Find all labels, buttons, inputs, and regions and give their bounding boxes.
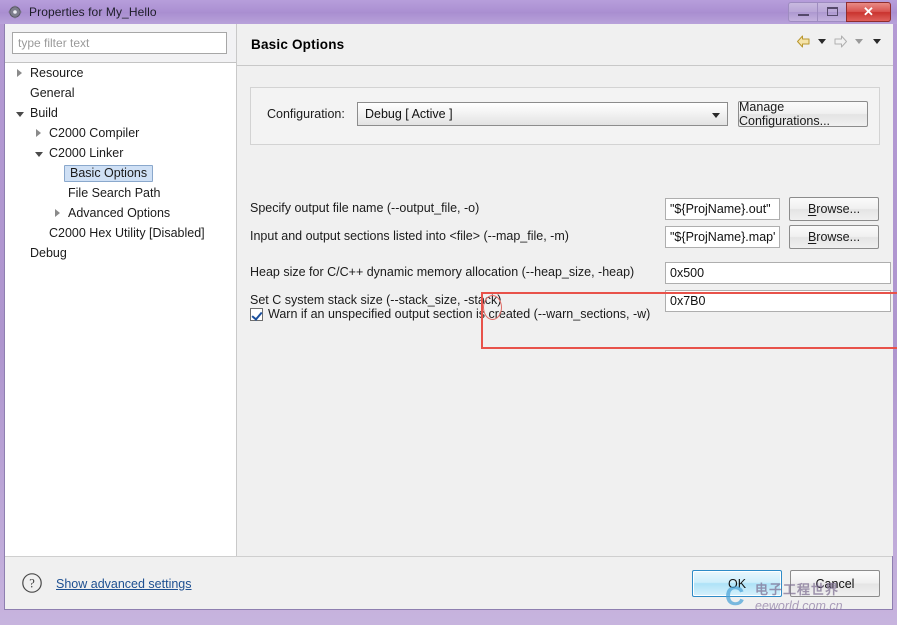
output-file-label: Specify output file name (--output_file,… <box>250 201 480 215</box>
sidebar-item-label: C2000 Compiler <box>49 126 140 140</box>
properties-icon <box>7 4 23 20</box>
heap-size-row: Heap size for C/C++ dynamic memory alloc… <box>250 259 891 287</box>
dialog-body: Resource General Build C2000 Compiler C2000 … <box>4 24 897 610</box>
manage-configurations-button[interactable]: Manage Configurations... <box>738 100 868 128</box>
window-controls: ✕ <box>788 1 891 22</box>
output-file-browse-button[interactable]: Browse... <box>789 197 879 221</box>
help-question-icon[interactable]: ? <box>21 572 43 594</box>
configuration-select-value: Debug [ Active ] <box>365 107 453 121</box>
ok-button-label: OK <box>727 576 747 591</box>
output-file-row: Specify output file name (--output_file,… <box>250 195 880 223</box>
show-advanced-settings-link[interactable]: Show advanced settings <box>56 577 192 591</box>
settings-tree[interactable]: Resource General Build C2000 Compiler C2000 … <box>5 62 236 556</box>
cancel-button[interactable]: Cancel <box>790 570 880 597</box>
annotation-arrow-icon <box>892 342 897 597</box>
map-file-row: Input and output sections listed into <f… <box>250 223 880 251</box>
back-history-chevron-down-icon[interactable] <box>818 39 826 44</box>
configuration-group: Configuration: Debug [ Active ] Manage C… <box>250 87 880 145</box>
window-title: Properties for My_Hello <box>29 5 157 19</box>
stack-size-label: Set C system stack size (--stack_size, -… <box>250 293 502 307</box>
configuration-select[interactable]: Debug [ Active ] <box>357 102 728 126</box>
stack-size-input[interactable] <box>665 290 891 312</box>
settings-detail-pane: Basic Options Configuration: Debug [Act… <box>236 24 897 556</box>
window-title-bar[interactable]: Properties for My_Hello ✕ <box>0 0 897 24</box>
back-arrow-icon[interactable] <box>795 33 812 50</box>
settings-navigation-pane: Resource General Build C2000 Compiler C2000 … <box>5 24 236 556</box>
page-header-toolbar <box>795 33 885 50</box>
sidebar-item-file-search-path[interactable]: File Search Path <box>5 183 236 203</box>
map-file-input[interactable] <box>665 226 780 248</box>
properties-dialog-window: Properties for My_Hello ✕ Resource Genera… <box>0 0 897 625</box>
forward-arrow-icon <box>832 33 849 50</box>
sidebar-item-label: C2000 Hex Utility [Disabled] <box>49 226 205 240</box>
chevron-down-icon <box>712 113 720 118</box>
sidebar-item-build[interactable]: Build <box>5 103 236 123</box>
map-file-label: Input and output sections listed into <f… <box>250 229 569 243</box>
maximize-button[interactable] <box>817 1 846 22</box>
sidebar-item-advanced-options[interactable]: Advanced Options <box>5 203 236 223</box>
heap-size-input[interactable] <box>665 262 891 284</box>
close-icon: ✕ <box>863 3 874 19</box>
sidebar-item-label: General <box>30 86 75 100</box>
forward-history-chevron-down-icon <box>855 39 863 44</box>
map-file-browse-button[interactable]: Browse... <box>789 225 879 249</box>
dialog-footer: ? Show advanced settings OK Cancel <box>5 556 892 609</box>
cancel-button-label: Cancel <box>815 576 855 591</box>
expand-chevron-right-icon[interactable] <box>51 207 64 220</box>
sidebar-item-label: Build <box>30 106 58 120</box>
collapse-chevron-down-icon[interactable] <box>13 107 26 120</box>
filter-input[interactable] <box>12 32 227 54</box>
svg-text:?: ? <box>29 577 35 591</box>
expand-chevron-right-icon[interactable] <box>13 67 26 80</box>
sidebar-item-label: Basic Options <box>64 164 154 182</box>
sidebar-item-c2000-linker[interactable]: C2000 Linker <box>5 143 236 163</box>
minimize-icon <box>797 14 809 16</box>
sidebar-item-label: Debug <box>30 246 67 260</box>
configuration-label: Configuration: <box>267 107 345 121</box>
sidebar-item-label: File Search Path <box>68 186 161 200</box>
sidebar-item-label: C2000 Linker <box>49 146 124 160</box>
manage-configurations-label: Manage Configurations... <box>739 100 831 128</box>
sidebar-item-c2000-compiler[interactable]: C2000 Compiler <box>5 123 236 143</box>
sidebar-item-label: Resource <box>30 66 84 80</box>
browse-button-label: Browse... <box>807 202 861 216</box>
sidebar-item-basic-options[interactable]: Basic Options <box>5 163 236 183</box>
warn-sections-checkbox[interactable] <box>250 307 263 321</box>
sidebar-item-c2000-hex-utility-disabled[interactable]: C2000 Hex Utility [Disabled] <box>5 223 236 243</box>
page-menu-chevron-down-icon[interactable] <box>873 39 881 44</box>
page-header: Basic Options <box>237 24 893 66</box>
minimize-button[interactable] <box>788 1 817 22</box>
browse-button-label: Browse... <box>807 230 861 244</box>
collapse-chevron-down-icon[interactable] <box>32 147 45 160</box>
sidebar-item-debug[interactable]: Debug <box>5 243 236 263</box>
close-button[interactable]: ✕ <box>846 1 891 22</box>
sidebar-item-label: Advanced Options <box>68 206 171 220</box>
heap-size-label: Heap size for C/C++ dynamic memory alloc… <box>250 265 635 279</box>
warn-sections-label: Warn if an unspecified output section is… <box>268 307 651 321</box>
page-content: Configuration: Debug [ Active ] Manage C… <box>237 67 897 555</box>
sidebar-item-resource[interactable]: Resource <box>5 63 236 83</box>
maximize-icon <box>826 7 838 16</box>
page-title: Basic Options <box>251 37 345 52</box>
ok-button[interactable]: OK <box>692 570 782 597</box>
sidebar-item-general[interactable]: General <box>5 83 236 103</box>
output-file-input[interactable] <box>665 198 780 220</box>
warn-sections-checkbox-row[interactable]: Warn if an unspecified output section is… <box>250 307 650 321</box>
expand-chevron-right-icon[interactable] <box>32 127 45 140</box>
